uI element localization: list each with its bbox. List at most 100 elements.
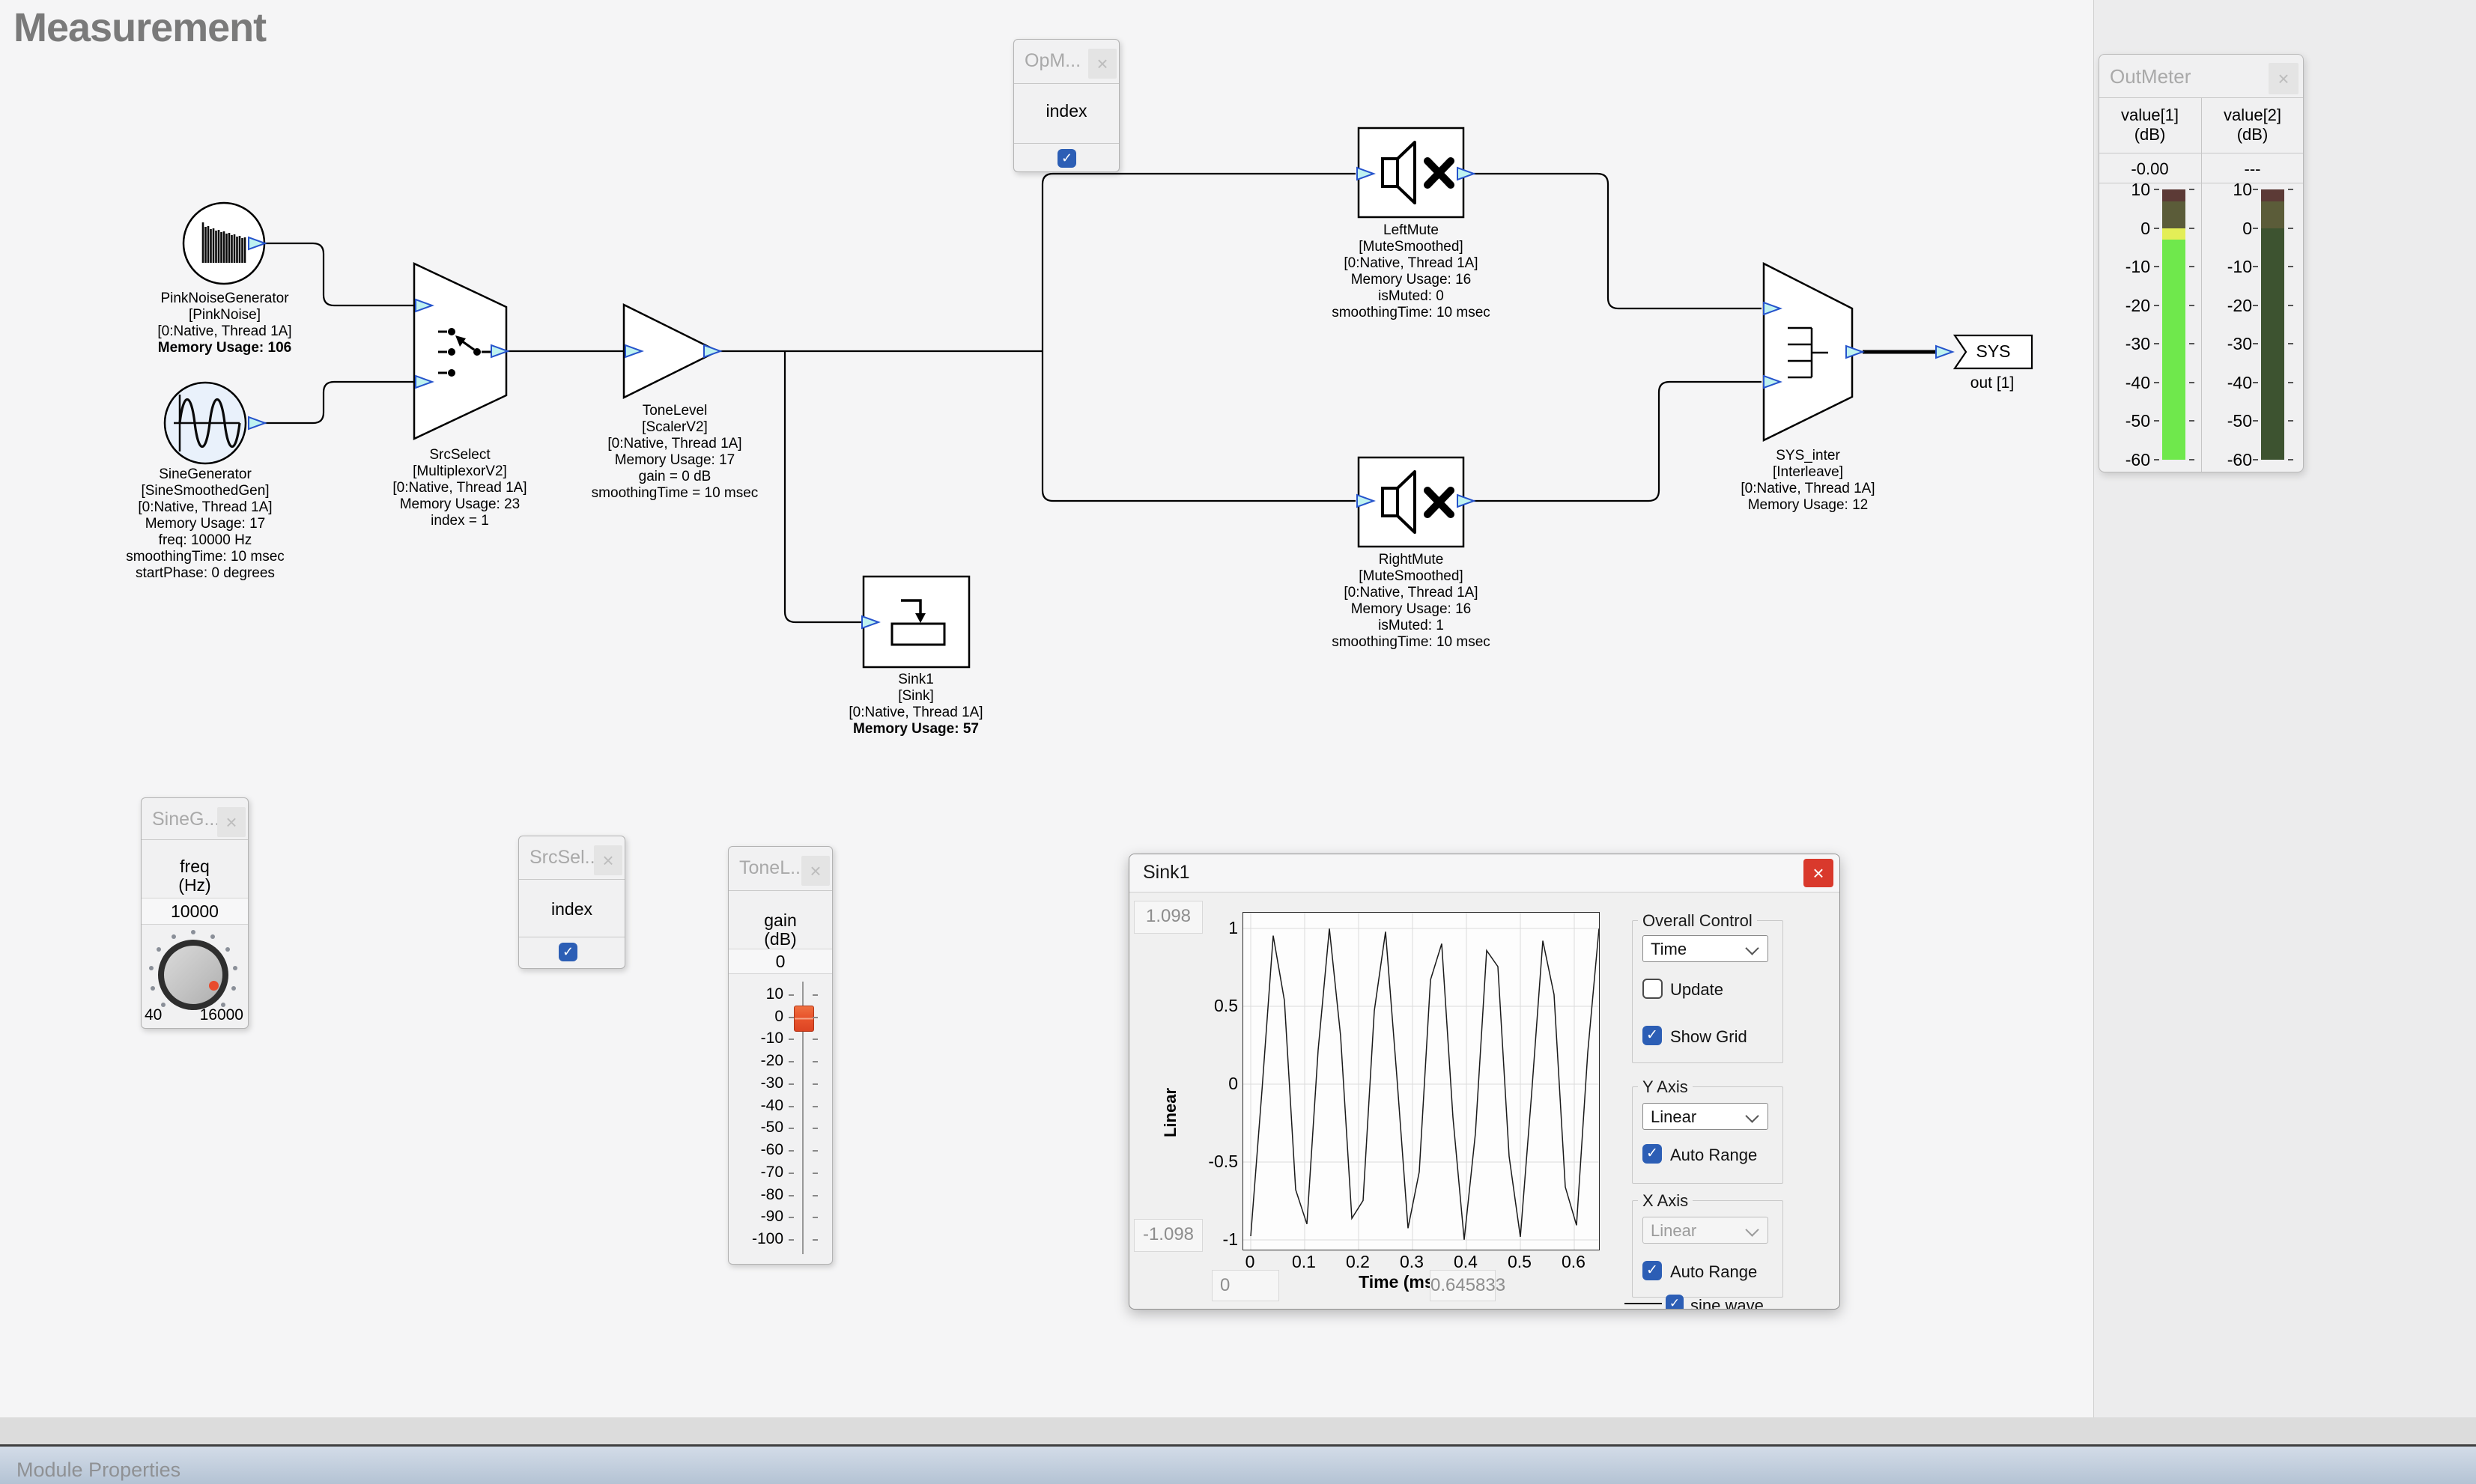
label-line: gain = 0 dB [559, 469, 791, 485]
x-axis-dropdown[interactable]: Linear [1642, 1217, 1768, 1244]
y-axis-dropdown-value: Linear [1651, 1107, 1696, 1126]
opmute-panel-titlebar[interactable]: OpM... × [1014, 40, 1119, 84]
freq-knob[interactable] [158, 940, 228, 1010]
label-line: startPhase: 0 degrees [93, 565, 318, 582]
tonelevel-out-pin [704, 345, 720, 357]
label-line: [Interleave] [1688, 464, 1928, 481]
gain-tick-dash [813, 1128, 818, 1129]
meter-tick-dash [2288, 189, 2293, 190]
show-grid-checkbox[interactable]: ✓ [1642, 1026, 1662, 1045]
outmeter-titlebar[interactable]: OutMeter × [2099, 55, 2303, 98]
gain-tick-dash [813, 1173, 818, 1174]
y-axis-label: Linear [1161, 1060, 1180, 1165]
label-line: [0:Native, Thread 1A] [112, 323, 337, 340]
srcsel-index-checkbox[interactable]: ✓ [559, 943, 577, 961]
sink1-label: Sink1[Sink][0:Native, Thread 1A] [796, 672, 1036, 721]
x-tick-label: 0.3 [1389, 1252, 1434, 1272]
sysinter-block[interactable] [1764, 264, 1852, 440]
label-line: [Sink] [796, 688, 1036, 705]
wires [264, 174, 1945, 622]
label-line: [0:Native, Thread 1A] [348, 480, 572, 496]
close-icon[interactable]: × [1803, 859, 1833, 887]
legend-series-checkbox[interactable]: ✓ [1666, 1295, 1684, 1310]
gain-tick-label: 0 [746, 1008, 783, 1026]
label-line: [MuteSmoothed] [1291, 568, 1531, 585]
y-auto-range-checkbox[interactable]: ✓ [1642, 1144, 1662, 1164]
sinegen-out-pin [249, 417, 265, 429]
meter2-header: value[2](dB) [2202, 106, 2303, 145]
freq-min-label: 40 [145, 1006, 162, 1024]
meter-tick-label: 0 [2204, 218, 2252, 239]
meter1-header: value[1](dB) [2099, 106, 2200, 145]
tonelevel-param-label: gain [729, 910, 832, 931]
gain-tick-dash [813, 1150, 818, 1152]
x-tick-label: 0.1 [1281, 1252, 1326, 1272]
opmute-param-label: index [1014, 101, 1119, 121]
y-max-box: 1.098 [1134, 901, 1203, 934]
y-axis-group-label: Y Axis [1638, 1077, 1693, 1097]
label-line: Memory Usage: 23 [348, 496, 572, 513]
label-line: Memory Usage: 16 [1291, 601, 1531, 618]
plot-gridlines [1243, 913, 1599, 1250]
overall-control-dropdown[interactable]: Time [1642, 935, 1768, 962]
gain-tick-dash [813, 1061, 818, 1062]
close-icon[interactable]: × [801, 856, 830, 886]
meter-tick-dash [2253, 305, 2258, 306]
label-line: isMuted: 0 [1291, 288, 1531, 305]
y-axis-dropdown[interactable]: Linear [1642, 1103, 1768, 1130]
close-icon[interactable]: × [594, 845, 622, 875]
sinegen-panel-title: SineG... [152, 809, 219, 830]
gain-tick-label: -30 [746, 1074, 783, 1092]
tonelevel-value-field[interactable]: 0 [729, 949, 832, 974]
meter-tick-dash [2288, 382, 2293, 383]
y-tick-label: 0.5 [1201, 996, 1238, 1016]
opmute-panel: OpM... × index ✓ [1013, 39, 1120, 172]
opmute-index-checkbox[interactable]: ✓ [1058, 149, 1076, 168]
label-line: [PinkNoise] [112, 307, 337, 323]
gain-tick-dash [813, 1017, 818, 1018]
label-line: [SineSmoothedGen] [93, 483, 318, 499]
sink1-window-titlebar[interactable]: Sink1 [1129, 854, 1839, 892]
gain-tick-label: -70 [746, 1164, 783, 1182]
gain-tick-label: -40 [746, 1097, 783, 1115]
app-canvas: Measurement [0, 0, 2476, 1484]
gain-tick-dash [789, 1017, 794, 1018]
sinegen-value-field[interactable]: 10000 [142, 898, 248, 925]
sink1-plot[interactable] [1242, 912, 1600, 1250]
srcsel-panel-titlebar[interactable]: SrcSel... × [519, 836, 625, 880]
meter-tick-dash [2189, 189, 2194, 190]
leftmute-block[interactable] [1359, 128, 1463, 217]
label-line: [0:Native, Thread 1A] [1291, 255, 1531, 272]
sys-output-pin [1936, 346, 1952, 358]
sinegen-panel-titlebar[interactable]: SineG... × [142, 798, 248, 840]
meter-tick-dash [2154, 420, 2159, 422]
close-icon[interactable]: × [217, 807, 246, 837]
update-label: Update [1670, 980, 1723, 1000]
meter-tick-dash [2253, 459, 2258, 460]
x-auto-range-checkbox[interactable]: ✓ [1642, 1261, 1662, 1280]
close-icon[interactable]: × [2269, 63, 2299, 94]
outmeter-title: OutMeter [2110, 65, 2191, 88]
tonelevel-panel-title: ToneL... [739, 857, 806, 879]
rightmute-block[interactable] [1359, 457, 1463, 547]
label-line: [MuteSmoothed] [1291, 239, 1531, 255]
gain-slider-handle[interactable] [794, 1006, 814, 1032]
label-line: freq: 10000 Hz [93, 532, 318, 549]
tonelevel-panel-titlebar[interactable]: ToneL... × [729, 847, 832, 891]
meter-tick-dash [2154, 189, 2159, 190]
meter-tick-dash [2253, 266, 2258, 267]
freq-max-label: 16000 [195, 1006, 243, 1024]
chevron-down-icon [1745, 941, 1759, 955]
meter-tick-label: 0 [2102, 218, 2150, 239]
meter-tick-dash [2189, 266, 2194, 267]
meter-tick-dash [2189, 459, 2194, 460]
wire-sinegen-srcselect [264, 382, 416, 423]
update-checkbox[interactable] [1642, 979, 1663, 999]
meter-segment [2162, 228, 2185, 240]
meter-tick-label: -10 [2204, 256, 2252, 277]
module-properties-bar[interactable]: Module Properties [0, 1447, 2476, 1484]
meter-tick-dash [2253, 228, 2258, 229]
meter2-value: --- [2202, 159, 2303, 179]
close-icon[interactable]: × [1088, 49, 1117, 79]
srcselect-label: SrcSelect[MultiplexorV2][0:Native, Threa… [348, 447, 572, 529]
